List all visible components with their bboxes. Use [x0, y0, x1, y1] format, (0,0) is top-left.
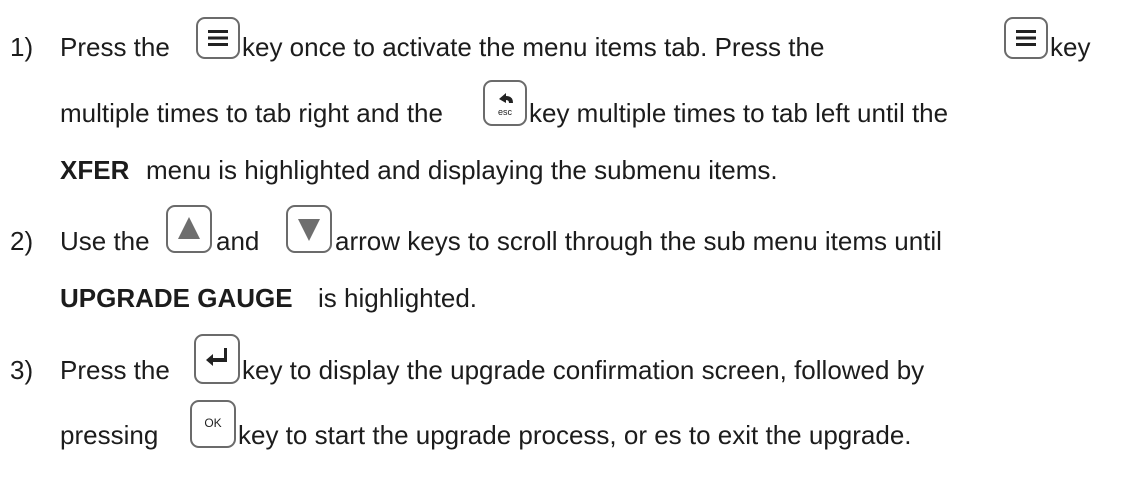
esc-key: esc	[483, 80, 527, 126]
down-arrow-icon	[298, 219, 320, 241]
step-text: arrow keys to scroll through the sub men…	[335, 226, 942, 256]
menu-key	[1004, 17, 1048, 59]
up-arrow-icon	[178, 217, 200, 239]
step-text: key to display the upgrade confirmation …	[242, 355, 925, 385]
back-arrow-icon	[499, 93, 513, 103]
menu-item-name: UPGRADE GAUGE	[60, 283, 293, 313]
menu-name: XFER	[60, 155, 130, 185]
step-text: Press the	[60, 355, 170, 385]
menu-key	[196, 17, 240, 59]
step-text: menu is highlighted and displaying the s…	[146, 155, 778, 185]
step-text: Press the	[60, 32, 170, 62]
step-number: 1)	[10, 32, 34, 62]
instructions: 1) Press the key once to activate the me…	[0, 0, 1131, 484]
step-text: and	[216, 226, 260, 256]
step-text: key	[1050, 32, 1091, 62]
step-text: multiple times to tab right and the	[60, 98, 443, 128]
step-number: 2)	[10, 226, 34, 256]
step-text: key once to activate the menu items tab.…	[242, 32, 825, 62]
down-key	[286, 205, 332, 253]
enter-key	[194, 334, 240, 384]
step-text: pressing	[60, 420, 159, 450]
step-text: Use the	[60, 226, 150, 256]
menu-icon	[208, 30, 228, 46]
ok-label: OK	[204, 416, 222, 430]
menu-icon	[1016, 30, 1036, 46]
step-number: 3)	[10, 355, 34, 385]
ok-key: OK	[190, 400, 236, 448]
step-text: key to start the upgrade process, or es …	[238, 420, 912, 450]
up-key	[166, 205, 212, 253]
step-text: is highlighted.	[318, 283, 477, 313]
esc-label: esc	[497, 107, 512, 117]
step-text: key multiple times to tab left until the	[529, 98, 949, 128]
enter-icon	[206, 348, 227, 366]
